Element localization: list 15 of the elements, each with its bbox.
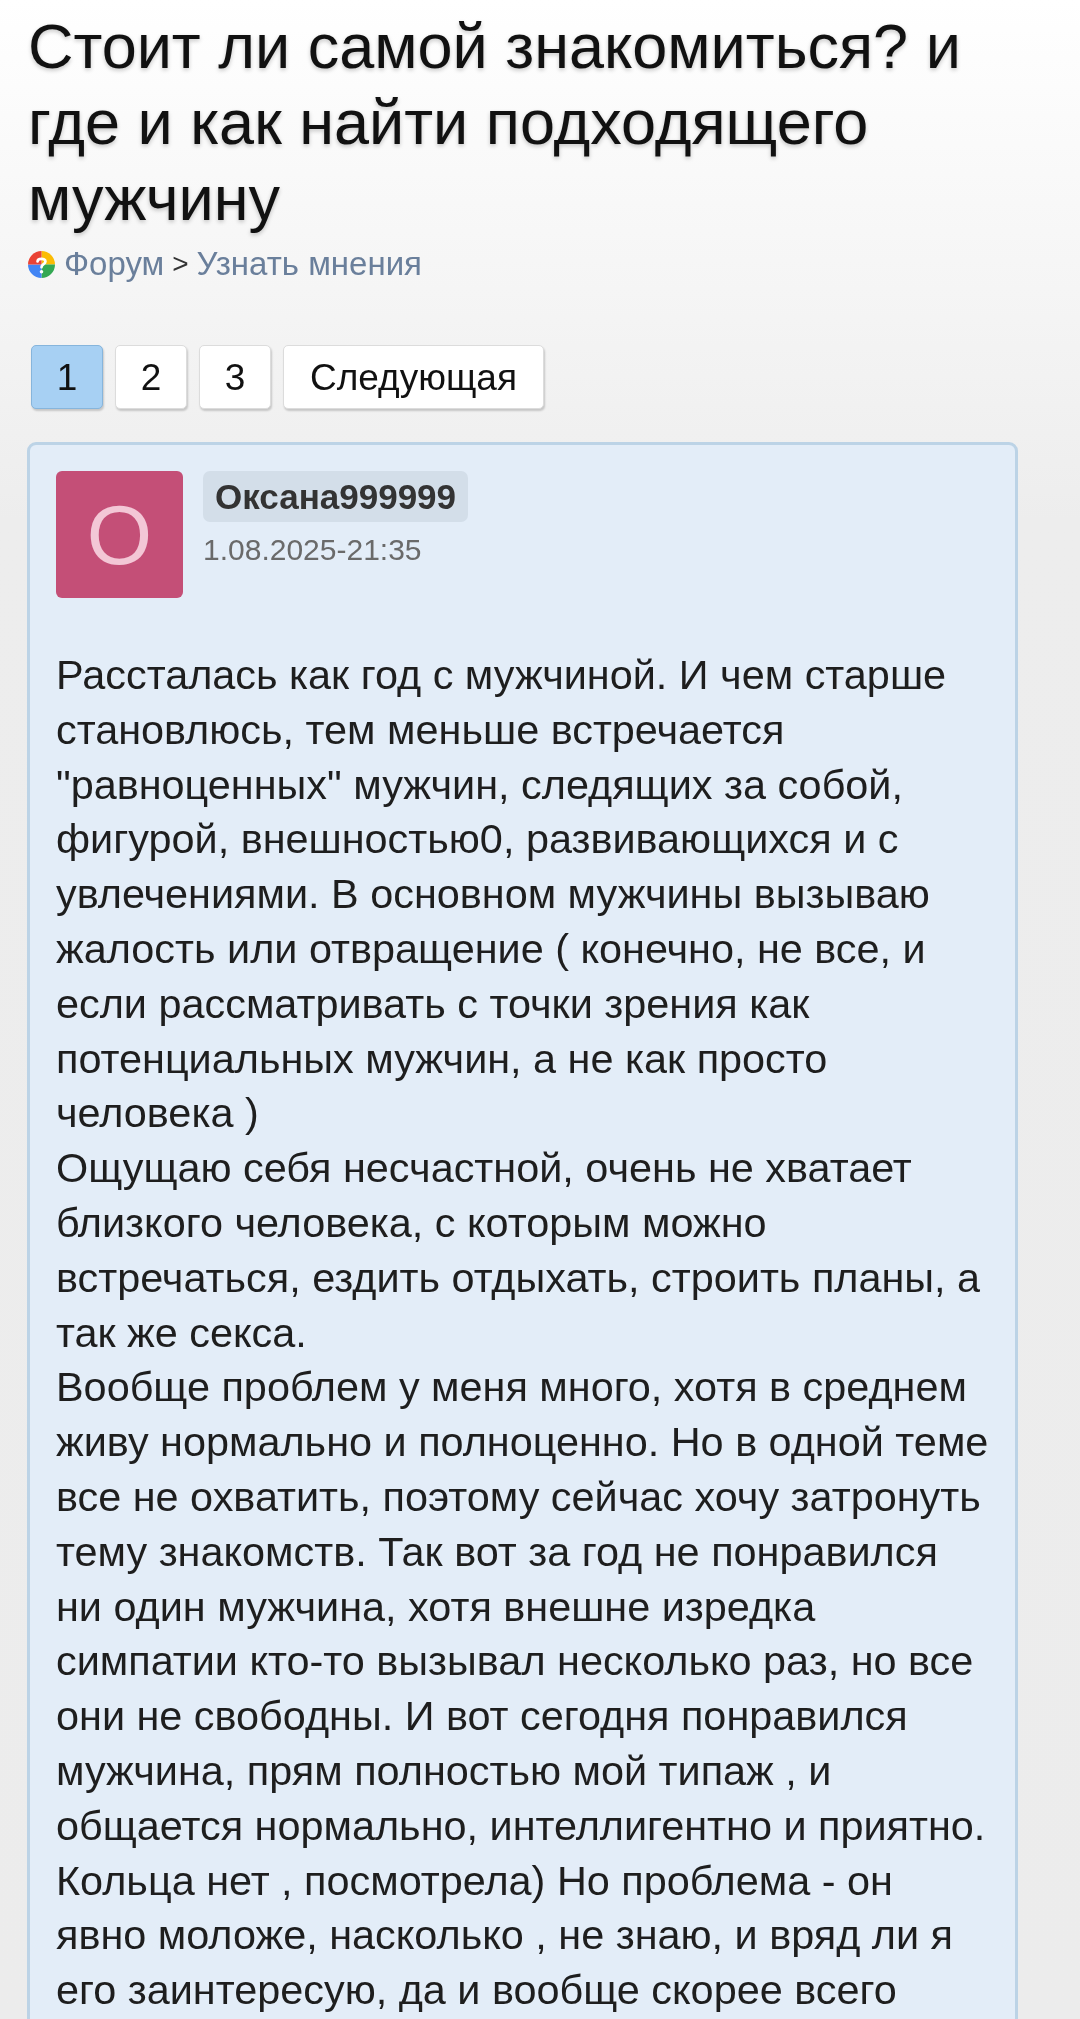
author-name[interactable]: Оксана999999 xyxy=(203,471,469,522)
question-mark-icon xyxy=(28,250,55,278)
page-button[interactable]: 2 xyxy=(115,345,187,409)
breadcrumb-link[interactable]: Узнать мнения xyxy=(196,242,422,286)
post-paragraph: Ощущаю себя несчастной, очень не хватает близкого человека, с которым можно встречаться, ездить отдыхать, строить планы, а так же секса. xyxy=(56,1144,982,1358)
post-paragraph: Рассталась как год с мужчиной. И чем старше становлюсь, тем меньше встречается "равноценных" мужчин, следящих за собой, фигурой, внешностью0, развивающихся и с увлечениями. В основном мужчины вызываю жалость или отвращение ( конечно, не все, и если рассматривать с точки зрения как потенциальных мужчин, а не как просто человека ) xyxy=(56,651,948,1139)
post-paragraph: Вообще проблем у меня много, хотя в среднем живу нормально и полноценно. Но в одной теме все не охватить, поэтому сейчас хочу затронуть тему знакомств. Так вот за год не понравился ни один мужчина, хотя внешне изредка симпатии кто-то вызывал несколько раз, но все они не свободны. И вот сегодня понравился мужчина, прям полностью мой типаж , и общается нормально, интеллигентно и приятно. Кольца нет , посмотрела) Но проблема - он явно моложе, насколько , не знаю, и вряд ли я его заинтересую, да и вообще скорее всего xyxy=(56,1363,989,2016)
page-button[interactable]: 3 xyxy=(199,345,271,409)
next-page-button[interactable]: Следующая xyxy=(283,345,544,409)
breadcrumb-link[interactable]: Форум xyxy=(64,242,165,286)
post-date: 1.08.2025-21:35 xyxy=(203,532,422,568)
breadcrumb-separator: > xyxy=(172,247,189,281)
page-title: Стоит ли самой знакомиться? и где и как найти подходящего мужчину xyxy=(28,10,962,235)
user-avatar: О xyxy=(56,471,183,598)
page-button[interactable]: 1 xyxy=(31,345,103,409)
